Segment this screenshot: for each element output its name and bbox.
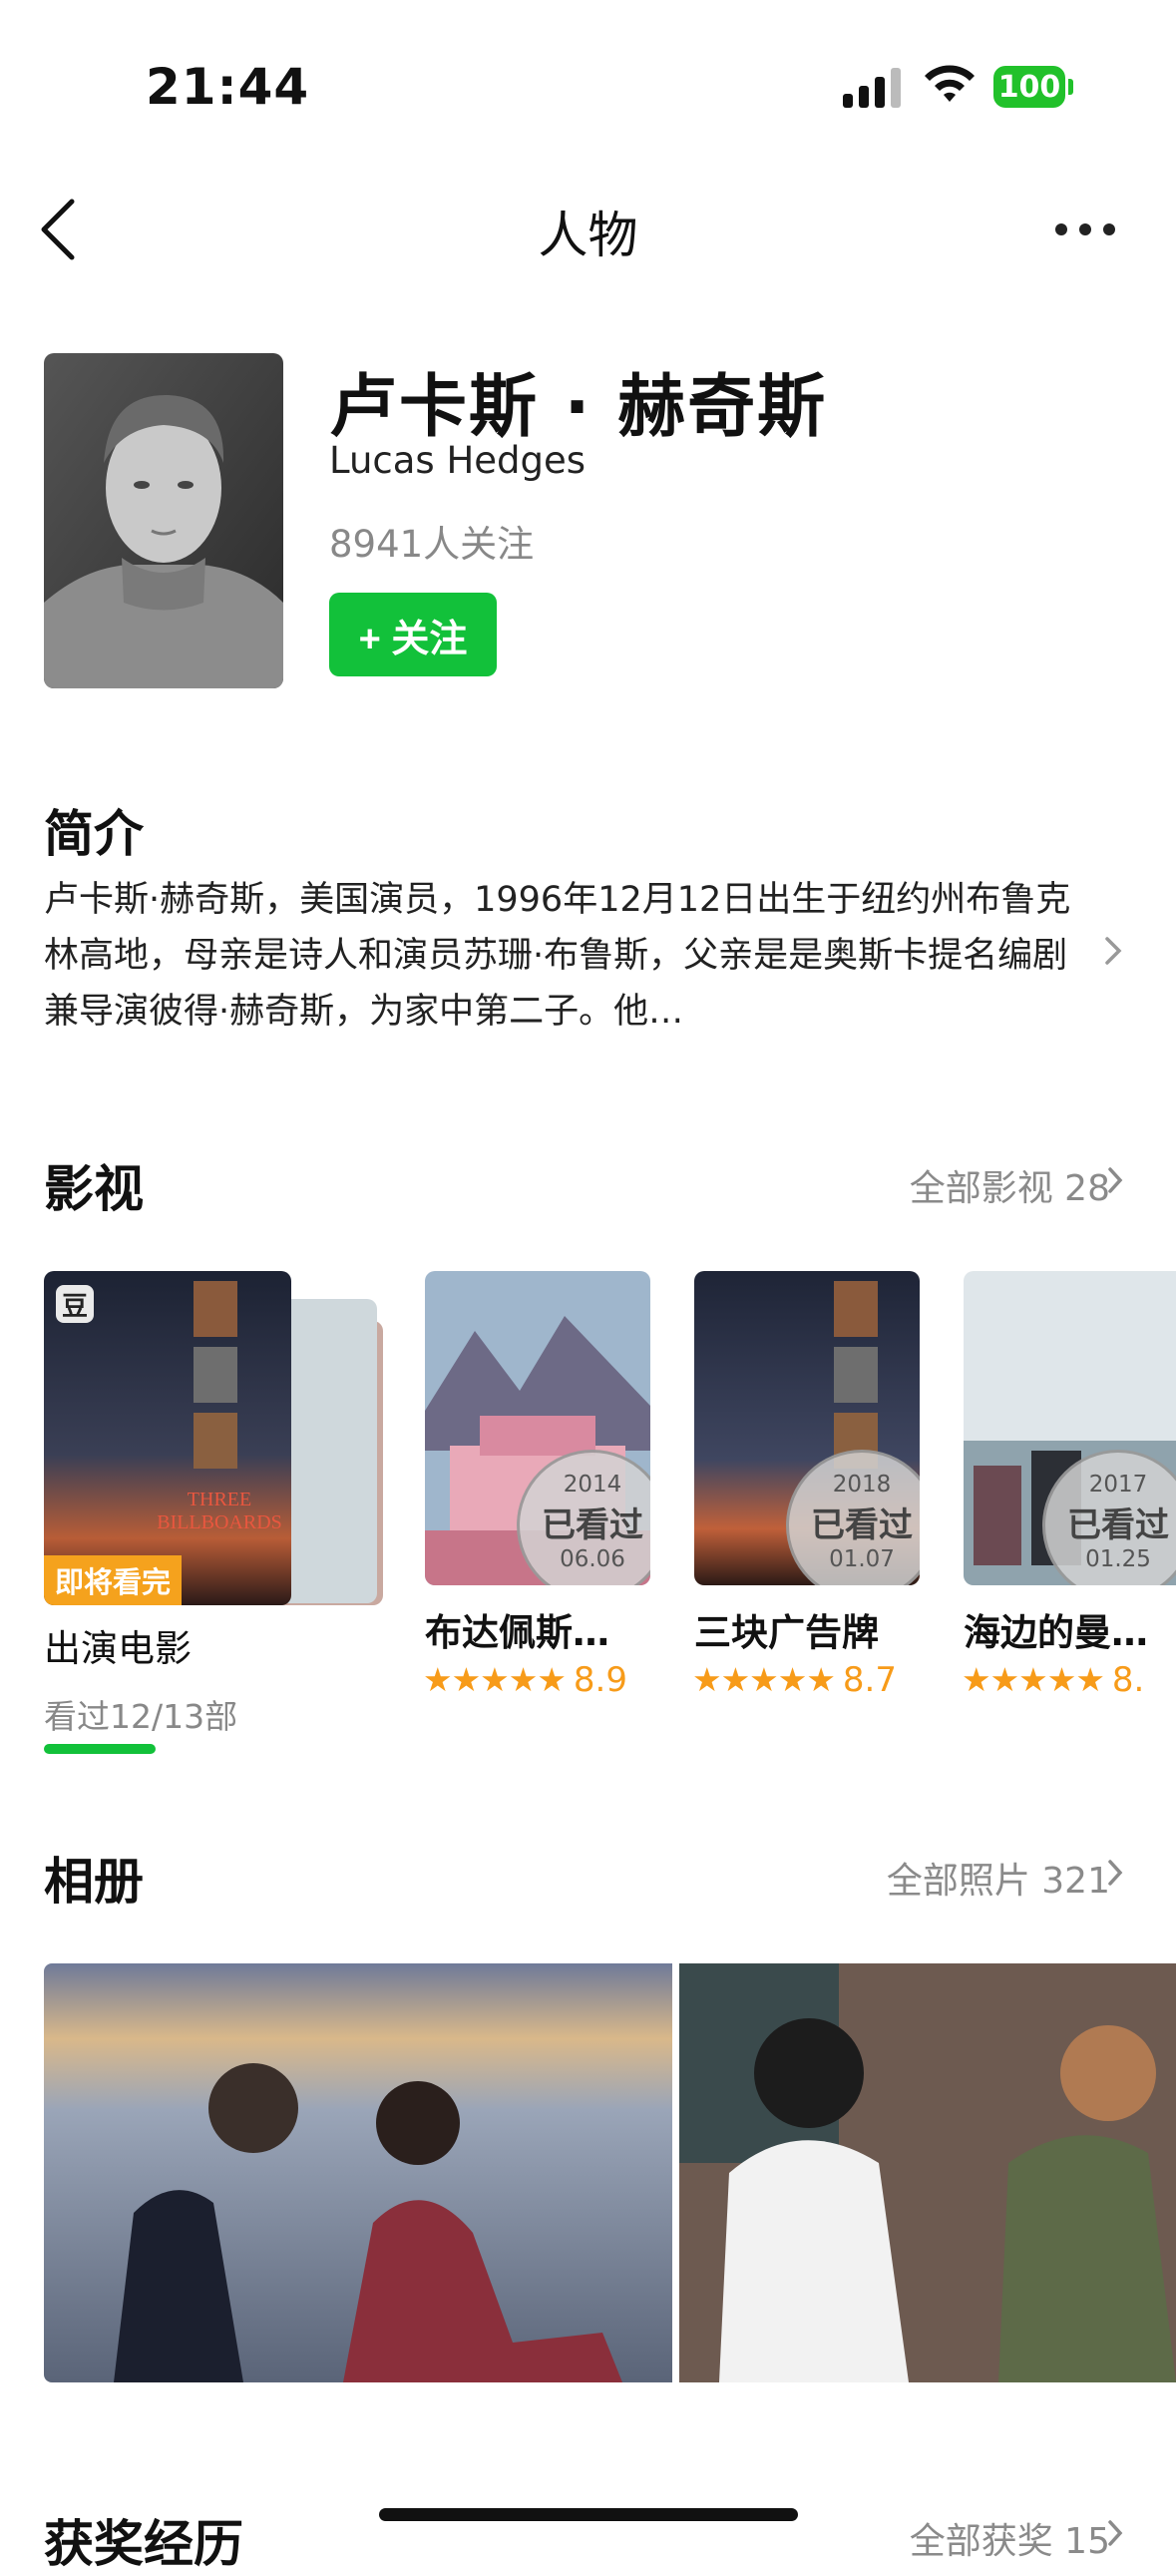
album-photo[interactable] [44,1963,672,2382]
movie-poster[interactable]: 2018 已看过 01.07 [694,1271,920,1585]
upcoming-badge: 即将看完 [44,1555,182,1605]
movie-rating: ★★★★★ 8.7 [692,1660,897,1700]
rating-score: 8.9 [573,1660,627,1700]
movie-poster[interactable]: 2017 已看过 01.25 [964,1271,1176,1585]
chevron-right-icon[interactable] [1105,1165,1125,1195]
filmography-title: 影视 [44,1160,144,1218]
follow-button[interactable]: + 关注 [329,593,497,676]
rating-score: 8.7 [842,1660,897,1700]
signal-icon [843,68,901,108]
chevron-right-icon[interactable] [1105,1858,1125,1888]
films-stack-card[interactable]: THREE BILLBOARDS 豆 即将看完 [44,1271,383,1605]
star-rating-icon: ★★★★★ [423,1660,567,1699]
battery-level: 100 [993,66,1065,108]
status-time: 21:44 [146,58,310,116]
followers-count: 8941人关注 [329,523,535,566]
battery-icon: 100 [993,66,1073,108]
more-dots-icon[interactable] [1053,214,1117,243]
chevron-right-icon[interactable] [1101,936,1125,966]
svg-text:BILLBOARDS: BILLBOARDS [157,1511,282,1533]
all-photos-link[interactable]: 全部照片 321 [887,1852,1110,1904]
star-rating-icon: ★★★★★ [692,1660,836,1699]
album-photo[interactable] [679,1963,1176,2382]
movie-rating: ★★★★★ 8.9 [423,1660,627,1700]
rating-score: 8. [1111,1660,1145,1700]
home-indicator [379,2508,798,2521]
movie-title[interactable]: 海边的曼… [964,1602,1148,1656]
films-stack-label: 出演电影 [44,1627,192,1670]
awards-title: 获奖经历 [44,2515,243,2573]
movie-rating: ★★★★★ 8. [962,1660,1144,1700]
album-title: 相册 [44,1853,144,1911]
all-awards-link[interactable]: 全部获奖 15 [910,2512,1110,2564]
movie-title[interactable]: 三块广告牌 [694,1602,879,1656]
all-films-link[interactable]: 全部影视 28 [910,1159,1110,1211]
person-name-cn: 卢卡斯 · 赫奇斯 [329,368,828,447]
chevron-right-icon[interactable] [1105,2518,1125,2548]
page-title: 人物 [538,207,638,264]
intro-text[interactable]: 卢卡斯·赫奇斯，美国演员，1996年12月12日出生于纽约州布鲁克林高地，母亲是… [44,872,1081,1040]
person-name-en: Lucas Hedges [329,439,587,482]
movie-title[interactable]: 布达佩斯… [425,1602,609,1656]
douban-badge: 豆 [56,1285,94,1323]
watched-progress-bar [44,1744,156,1754]
intro-title: 简介 [44,805,144,863]
avatar[interactable] [44,353,283,688]
movie-poster[interactable]: 2014 已看过 06.06 [425,1271,650,1585]
films-watched-count: 看过12/13部 [44,1697,238,1736]
wifi-icon [925,65,975,102]
svg-text:THREE: THREE [188,1489,251,1510]
star-rating-icon: ★★★★★ [962,1660,1105,1699]
